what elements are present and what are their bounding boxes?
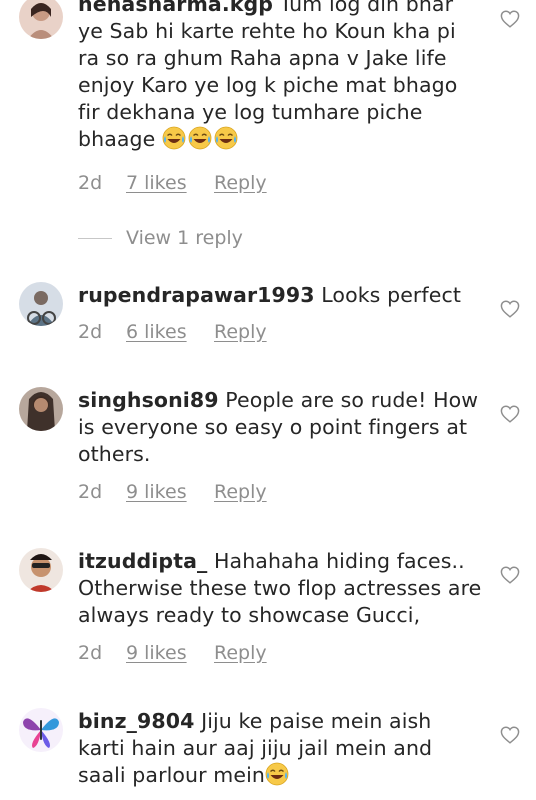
- comment-username[interactable]: binz_9804: [78, 709, 194, 733]
- avatar[interactable]: [19, 282, 63, 326]
- laughing-crying-emoji: [188, 127, 214, 151]
- laughing-crying-emoji: [214, 127, 240, 151]
- heart-outline-icon[interactable]: [500, 405, 520, 423]
- comment-time: 2d: [78, 321, 103, 343]
- avatar[interactable]: [19, 387, 63, 431]
- heart-outline-icon[interactable]: [500, 726, 520, 744]
- comment-username[interactable]: nehasharma.kgp: [78, 0, 273, 16]
- comment-text: Looks perfect: [321, 283, 461, 307]
- likes-link[interactable]: 7 likes: [126, 172, 214, 194]
- avatar[interactable]: [19, 708, 63, 752]
- reply-link[interactable]: Reply: [214, 481, 267, 503]
- reply-link[interactable]: Reply: [214, 172, 267, 194]
- comment-time: 2d: [78, 642, 103, 664]
- heart-outline-icon[interactable]: [500, 566, 520, 584]
- reply-link[interactable]: Reply: [214, 321, 267, 343]
- comment-meta: 2d 6 likes Reply: [78, 321, 267, 343]
- heart-outline-icon[interactable]: [500, 300, 520, 318]
- comment-username[interactable]: itzuddipta_: [78, 549, 207, 573]
- laughing-crying-emoji: [162, 127, 188, 151]
- comment-time: 2d: [78, 172, 103, 194]
- avatar[interactable]: [19, 548, 63, 592]
- likes-link[interactable]: 9 likes: [126, 642, 214, 664]
- view-replies-label: View 1 reply: [126, 227, 243, 249]
- reply-link[interactable]: Reply: [214, 642, 267, 664]
- comment-text: Tum log din bhar ye Sab hi karte rehte h…: [78, 0, 458, 151]
- likes-link[interactable]: 6 likes: [126, 321, 214, 343]
- comment-username[interactable]: rupendrapawar1993: [78, 283, 315, 307]
- comment-meta: 2d 9 likes Reply: [78, 481, 267, 503]
- likes-link[interactable]: 9 likes: [126, 481, 214, 503]
- avatar[interactable]: [19, 0, 63, 39]
- comment-meta: 2d 9 likes Reply: [78, 642, 267, 664]
- comment-time: 2d: [78, 481, 103, 503]
- comment-username[interactable]: singhsoni89: [78, 388, 219, 412]
- laughing-crying-emoji: [265, 763, 291, 787]
- comment-meta: 2d 7 likes Reply: [78, 172, 267, 194]
- view-replies-button[interactable]: View 1 reply: [78, 226, 243, 250]
- heart-outline-icon[interactable]: [500, 10, 520, 28]
- divider: [78, 237, 112, 239]
